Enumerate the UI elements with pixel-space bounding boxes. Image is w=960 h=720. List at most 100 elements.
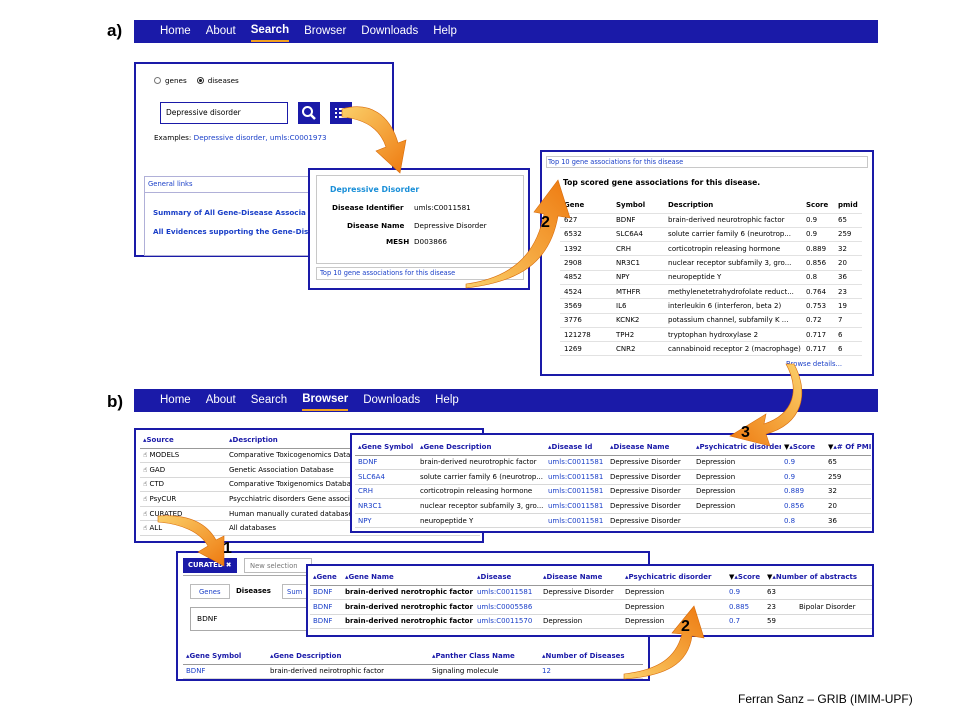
subtab-genes[interactable]: Genes — [190, 584, 230, 599]
col-g-gene-name[interactable]: ▴Gene Name — [342, 570, 474, 586]
col-g-abstracts[interactable]: ▼▴Number of abstracts — [764, 570, 872, 586]
table-cell[interactable]: umls:C0011581 — [545, 484, 607, 500]
table-row[interactable]: NR3C1 nuclear receptor subfamily 3, gro..… — [355, 498, 871, 514]
col-disease-id[interactable]: ▴Disease Id — [545, 440, 607, 456]
table-cell[interactable]: 0.9 — [726, 585, 764, 601]
table-cell[interactable]: umls:C0005586 — [474, 599, 540, 615]
col-g-psych[interactable]: ▴Psychicatric disorder — [622, 570, 726, 586]
source-cell[interactable]: ☝ CTD — [140, 477, 226, 493]
table-cell[interactable]: BDNF — [310, 599, 342, 615]
filter-icon-4[interactable]: ▼ — [767, 573, 772, 581]
nav-b-help[interactable]: Help — [435, 389, 459, 412]
table-cell[interactable]: umls:C0011581 — [545, 455, 607, 471]
filter-icon-3[interactable]: ▼ — [729, 573, 734, 581]
col-g-disease[interactable]: ▴Disease — [474, 570, 540, 586]
examples-link[interactable]: Depressive disorder, umls:C0001973 — [194, 133, 327, 142]
top10-link[interactable]: Top 10 gene associations for this diseas… — [320, 269, 455, 277]
table-row[interactable]: BDNF brain-derived neirotrophic factor Sig… — [183, 664, 643, 680]
evidences-link[interactable]: All Evidences supporting the Gene-Dise — [153, 227, 313, 236]
col-pmid[interactable]: pmid — [834, 198, 862, 213]
col-source[interactable]: ▴Source — [140, 433, 226, 449]
table-cell[interactable]: 0.856 — [781, 498, 825, 514]
table-row[interactable]: 1392 CRH corticotropin releasing hormone 0.… — [560, 242, 862, 256]
tab-new-selection[interactable]: New selection — [244, 558, 312, 573]
table-row[interactable]: SLC6A4 solute carrier family 6 (neurotrop… — [355, 469, 871, 485]
table-cell[interactable]: 0.7 — [726, 614, 764, 630]
search-button[interactable] — [298, 102, 320, 124]
table-row[interactable]: CRH corticotropin releasing hormone umls:C… — [355, 484, 871, 500]
nav-b-search[interactable]: Search — [251, 389, 287, 412]
col-score[interactable]: Score — [802, 198, 834, 213]
table-cell[interactable]: BDNF — [355, 455, 417, 471]
col-disease-name[interactable]: ▴Disease Name — [607, 440, 693, 456]
col-pmids[interactable]: ▼▴# Of PMIDs — [825, 440, 871, 456]
table-cell[interactable]: 0.885 — [726, 599, 764, 615]
table-cell[interactable]: SLC6A4 — [355, 469, 417, 485]
table-row[interactable]: 121278 TPH2 tryptophan hydroxylase 2 0.717 6 — [560, 327, 862, 342]
nav-b-browser[interactable]: Browser — [302, 390, 349, 411]
disease-search-input[interactable]: Depressive disorder — [160, 102, 288, 124]
subtab-summary[interactable]: Sum — [282, 584, 308, 599]
table-cell: CRH — [616, 244, 632, 253]
table-row[interactable]: 1269 CNR2 cannabinoid receptor 2 (macropha… — [560, 342, 862, 356]
table-cell: Depressive Disorder — [607, 469, 693, 485]
radio-genes[interactable] — [154, 77, 161, 84]
table-cell: Depressive Disorder — [607, 484, 693, 500]
table-cell[interactable]: NR3C1 — [355, 498, 417, 514]
radio-diseases[interactable] — [196, 77, 204, 84]
table-cell[interactable]: BDNF — [310, 585, 342, 601]
source-cell[interactable]: ☝ MODELS — [140, 448, 226, 464]
table-cell[interactable]: CRH — [355, 484, 417, 500]
filter-icon-2[interactable]: ▼ — [828, 443, 833, 451]
nav-help[interactable]: Help — [433, 20, 457, 43]
nav-b-home[interactable]: Home — [160, 389, 191, 412]
table-cell[interactable]: umls:C0011581 — [545, 469, 607, 485]
col-symbol[interactable]: Symbol — [612, 198, 664, 213]
col-p-gene-description[interactable]: ▴Gene Description — [267, 649, 429, 665]
table-cell[interactable]: umls:C0011581 — [474, 585, 540, 601]
col-gene-symbol[interactable]: ▴Gene Symbol — [355, 440, 417, 456]
top-genes-header-link[interactable]: Top 10 gene associations for this diseas… — [548, 158, 683, 166]
source-cell[interactable]: ☝ GAD — [140, 462, 226, 478]
table-row[interactable]: 4852 NPY neuropeptide Y 0.8 36 — [560, 270, 862, 285]
table-row[interactable]: BDNF brain-derived nerotrophic factor umls… — [310, 614, 872, 630]
nav-about[interactable]: About — [206, 20, 236, 43]
table-row[interactable]: 3776 KCNK2 potassium channel, subfamily K … — [560, 313, 862, 328]
col-g-score[interactable]: ▼▴Score — [726, 570, 764, 586]
table-row[interactable]: 627 BDNF brain-derived neurotrophic factor… — [560, 213, 862, 228]
col-p-panther-class[interactable]: ▴Panther Class Name — [429, 649, 539, 665]
subtab-diseases[interactable]: Diseases — [236, 587, 271, 595]
table-row[interactable]: 3569 IL6 interleukin 6 (interferon, beta 2… — [560, 299, 862, 314]
table-cell[interactable]: umls:C0011581 — [545, 513, 607, 529]
curated-query-input[interactable]: BDNF — [190, 607, 320, 631]
table-row[interactable]: NPY neuropeptide Yumls:C0011581 Depressive… — [355, 513, 871, 529]
nav-browser[interactable]: Browser — [304, 20, 346, 43]
table-row[interactable]: 2908 NR3C1 nuclear receptor subfamily 3, g… — [560, 256, 862, 271]
table-row[interactable]: 4524 MTHFR methylenetetrahydrofolate reduc… — [560, 284, 862, 299]
nav-search[interactable]: Search — [250, 21, 290, 42]
table-cell[interactable]: NPY — [355, 513, 417, 529]
table-row[interactable]: BDNF brain-derived neurotrophic factor uml… — [355, 455, 871, 471]
nav-b-about[interactable]: About — [206, 389, 236, 412]
nav-b-downloads[interactable]: Downloads — [363, 389, 420, 412]
nav-downloads[interactable]: Downloads — [361, 20, 418, 43]
table-cell[interactable]: 0.889 — [781, 484, 825, 500]
table-cell[interactable]: BDNF — [310, 614, 342, 630]
summary-link[interactable]: Summary of All Gene-Disease Associa — [153, 208, 306, 217]
col-g-disease-name[interactable]: ▴Disease Name — [540, 570, 622, 586]
source-cell[interactable]: ☝ PsyCUR — [140, 491, 226, 507]
table-cell[interactable]: 0.8 — [781, 513, 825, 529]
table-cell[interactable]: BDNF — [183, 664, 267, 680]
table-row[interactable]: BDNF brain-derived nerotrophic factor umls… — [310, 585, 872, 601]
table-row[interactable]: BDNF brain-derived nerotrophic factor umls… — [310, 599, 872, 615]
col-description[interactable]: Description — [664, 198, 802, 213]
col-p-gene-symbol[interactable]: ▴Gene Symbol — [183, 649, 267, 665]
table-cell[interactable]: umls:C0011581 — [545, 498, 607, 514]
table-row[interactable]: 6532 SLC6A4 solute carrier family 6 (neuro… — [560, 227, 862, 242]
col-g-gene[interactable]: ▴Gene — [310, 570, 342, 586]
nav-home[interactable]: Home — [160, 20, 191, 43]
table-cell[interactable]: 0.9 — [781, 469, 825, 485]
table-cell[interactable]: 0.9 — [781, 455, 825, 471]
table-cell[interactable]: umls:C0011570 — [474, 614, 540, 630]
col-gene-description[interactable]: ▴Gene Description — [417, 440, 545, 456]
